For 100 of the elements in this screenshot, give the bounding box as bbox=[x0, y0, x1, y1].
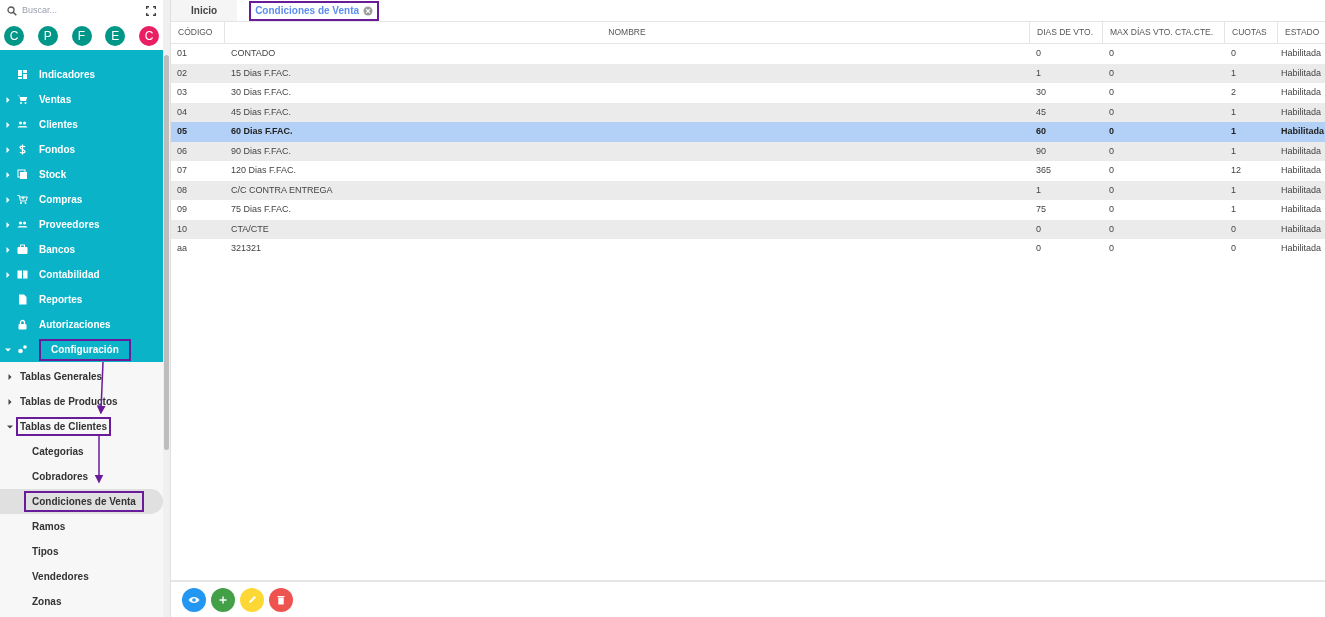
briefcase-icon bbox=[17, 244, 28, 255]
table-row[interactable]: 02 15 Dias F.FAC. 1 0 1 Habilitada bbox=[171, 63, 1325, 83]
table-cell-text: 05 bbox=[176, 125, 188, 138]
table-cell-text: 0 bbox=[1108, 125, 1115, 138]
column-header[interactable]: CÓDIGO bbox=[171, 22, 225, 43]
table-cell-text: 07 bbox=[176, 164, 188, 177]
table-row[interactable]: 05 60 Dias F.FAC. 60 0 1 Habilitada bbox=[171, 122, 1325, 142]
submenu-item[interactable]: Ramos bbox=[0, 514, 163, 539]
dollar-icon bbox=[17, 144, 28, 155]
delete-button[interactable] bbox=[269, 587, 293, 612]
table-cell-text: 0 bbox=[1035, 242, 1042, 255]
avatar[interactable]: P bbox=[37, 26, 58, 46]
column-header[interactable]: CUOTAS bbox=[1225, 22, 1278, 43]
table-cell-text: 60 bbox=[1035, 125, 1047, 138]
table-cell-text: 0 bbox=[1108, 47, 1115, 60]
table-cell-text: 0 bbox=[1108, 144, 1115, 158]
table-cell-text: 1 bbox=[1230, 66, 1237, 80]
table-cell-text: 60 Dias F.FAC. bbox=[230, 125, 294, 138]
table-cell-text: 0 bbox=[1230, 222, 1237, 236]
table-cell-text: 45 Dias F.FAC. bbox=[230, 105, 293, 119]
gears-icon bbox=[17, 344, 28, 355]
table-cell-text: 03 bbox=[176, 86, 188, 99]
table-cell-text: 06 bbox=[176, 144, 188, 158]
submenu-item[interactable]: Categorias bbox=[0, 439, 163, 464]
avatar[interactable]: E bbox=[105, 26, 126, 46]
table-cell-text: 30 Dias F.FAC. bbox=[230, 86, 293, 99]
table-cell-text: 1 bbox=[1230, 144, 1237, 158]
table-cell-text: 0 bbox=[1108, 105, 1115, 119]
table-cell-text: Habilitada bbox=[1280, 66, 1323, 80]
table-cell-text: 0 bbox=[1108, 164, 1115, 177]
column-header[interactable]: ESTADO bbox=[1278, 22, 1325, 43]
table-cell-text: 15 Dias F.FAC. bbox=[230, 66, 293, 80]
scrollbar-thumb[interactable] bbox=[164, 55, 169, 450]
view-button[interactable] bbox=[182, 587, 206, 612]
table-cell-text: 12 bbox=[1230, 164, 1242, 177]
table-cell-text: Habilitada bbox=[1280, 242, 1323, 255]
search-field[interactable]: Buscar... bbox=[22, 4, 141, 18]
column-header[interactable]: NOMBRE bbox=[225, 22, 1030, 43]
table-cell-text: Habilitada bbox=[1280, 164, 1323, 177]
table-cell-text: 0 bbox=[1108, 183, 1115, 197]
table-cell-text: Habilitada bbox=[1280, 144, 1323, 158]
table-cell-text: 45 bbox=[1035, 105, 1047, 119]
table-cell-text: 1 bbox=[1230, 125, 1237, 138]
table-cell-text: 0 bbox=[1035, 47, 1042, 60]
eye-icon bbox=[188, 595, 200, 604]
table-cell-text: 0 bbox=[1108, 86, 1115, 99]
avatar[interactable]: F bbox=[71, 26, 92, 46]
table-row[interactable]: 10 CTA/CTE 0 0 0 Habilitada bbox=[171, 219, 1325, 239]
table-cell-text: CONTADO bbox=[230, 47, 277, 60]
stack-icon bbox=[17, 169, 28, 180]
submenu-item[interactable]: Zonas bbox=[0, 589, 163, 614]
table-row[interactable]: 06 90 Dias F.FAC. 90 0 1 Habilitada bbox=[171, 141, 1325, 161]
table-cell-text: 04 bbox=[176, 105, 188, 119]
cart-icon bbox=[17, 94, 28, 105]
table-cell-text: 1 bbox=[1035, 183, 1042, 197]
dashboard-icon bbox=[17, 69, 28, 80]
table-cell-text: 0 bbox=[1108, 66, 1115, 80]
cart-plus-icon bbox=[17, 194, 28, 205]
table-cell-text: Habilitada bbox=[1280, 222, 1323, 236]
table-cell-text: CTA/CTE bbox=[230, 222, 270, 236]
table-cell-text: 321321 bbox=[230, 242, 263, 255]
table-cell-text: 0 bbox=[1230, 242, 1237, 255]
table-cell-text: Habilitada bbox=[1280, 86, 1323, 99]
column-header[interactable]: DIAS DE VTO. bbox=[1030, 22, 1103, 43]
table-cell-text: 120 Dias F.FAC. bbox=[230, 164, 298, 177]
menu-item[interactable]: Tablas de Clientes bbox=[16, 417, 112, 436]
table-cell-text: aa bbox=[176, 242, 188, 255]
table-cell-text: 0 bbox=[1230, 47, 1237, 60]
avatar[interactable]: C bbox=[139, 26, 159, 46]
table-cell-text: 1 bbox=[1230, 183, 1237, 197]
search-icon bbox=[7, 6, 17, 16]
fullscreen-icon[interactable] bbox=[146, 6, 156, 16]
table-cell-text: Habilitada bbox=[1280, 47, 1323, 60]
report-icon bbox=[17, 294, 28, 305]
menu-item[interactable]: Tablas Generales bbox=[20, 367, 103, 386]
highlight-box: Condiciones de Venta bbox=[24, 491, 144, 512]
submenu-item[interactable]: Tipos bbox=[0, 539, 163, 564]
avatar[interactable]: C bbox=[4, 26, 24, 46]
table-row[interactable]: 04 45 Dias F.FAC. 45 0 1 Habilitada bbox=[171, 102, 1325, 122]
table-cell-text: 0 bbox=[1108, 203, 1115, 216]
annotation-arrow bbox=[94, 435, 104, 484]
table-cell-text: 0 bbox=[1108, 222, 1115, 236]
table-cell-text: Habilitada bbox=[1280, 105, 1323, 119]
table-cell-text: 1 bbox=[1035, 66, 1042, 80]
people-icon bbox=[17, 119, 28, 130]
submenu-item[interactable]: Vendedores bbox=[0, 564, 163, 589]
table-row[interactable]: 08 C/C CONTRA ENTREGA 1 0 1 Habilitada bbox=[171, 180, 1325, 200]
table-cell-text: 10 bbox=[176, 222, 188, 236]
plus-icon bbox=[219, 595, 227, 604]
submenu-item[interactable]: Cobradores bbox=[0, 464, 163, 489]
column-header[interactable]: MAX DÍAS VTO. CTA.CTE. bbox=[1103, 22, 1225, 43]
submenu-item[interactable]: Condiciones de Venta bbox=[0, 489, 163, 514]
table-cell-text: 02 bbox=[176, 66, 188, 80]
table-cell-text: Habilitada bbox=[1280, 183, 1323, 197]
table-cell-text: 90 bbox=[1035, 144, 1047, 158]
table-cell-text: Habilitada bbox=[1280, 125, 1325, 138]
close-icon[interactable] bbox=[363, 5, 374, 16]
tab[interactable]: Inicio bbox=[171, 0, 238, 21]
add-button[interactable] bbox=[211, 587, 235, 612]
pencil-icon bbox=[247, 595, 257, 604]
